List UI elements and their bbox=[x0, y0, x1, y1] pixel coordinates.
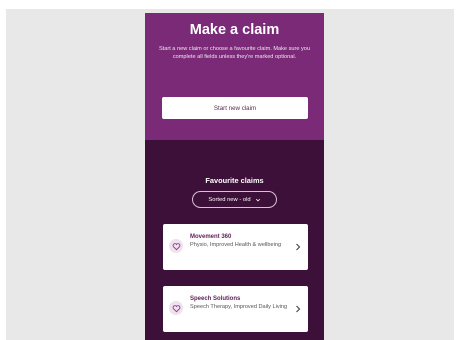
favourites-title: Favourite claims bbox=[205, 176, 264, 185]
start-new-claim-button[interactable]: Start new claim bbox=[162, 97, 308, 119]
claim-description: Physio, Improved Health & wellbeing bbox=[190, 242, 282, 248]
sort-dropdown[interactable]: Sorted new - old bbox=[192, 191, 277, 208]
chevron-down-icon bbox=[255, 198, 260, 201]
page-title: Make a claim bbox=[189, 22, 280, 38]
favourite-claim-card[interactable]: Movement 360 Physio, Improved Health & w… bbox=[163, 224, 308, 270]
claim-description: Speech Therapy, Improved Daily Living bbox=[190, 304, 288, 310]
page-description: Start a new claim or choose a favourite … bbox=[158, 46, 311, 61]
phone-screen: Make a claim Start a new claim or choose… bbox=[145, 13, 324, 340]
claim-hero: Make a claim Start a new claim or choose… bbox=[145, 13, 324, 140]
sort-label: Sorted new - old bbox=[208, 196, 251, 203]
heart-icon bbox=[169, 301, 183, 315]
heart-icon bbox=[169, 239, 183, 253]
chevron-right-icon bbox=[296, 243, 301, 251]
favourite-claim-card[interactable]: Speech Solutions Speech Therapy, Improve… bbox=[163, 286, 308, 332]
chevron-right-icon bbox=[296, 305, 301, 313]
claim-name: Speech Solutions bbox=[190, 296, 241, 302]
claim-name: Movement 360 bbox=[190, 234, 232, 240]
